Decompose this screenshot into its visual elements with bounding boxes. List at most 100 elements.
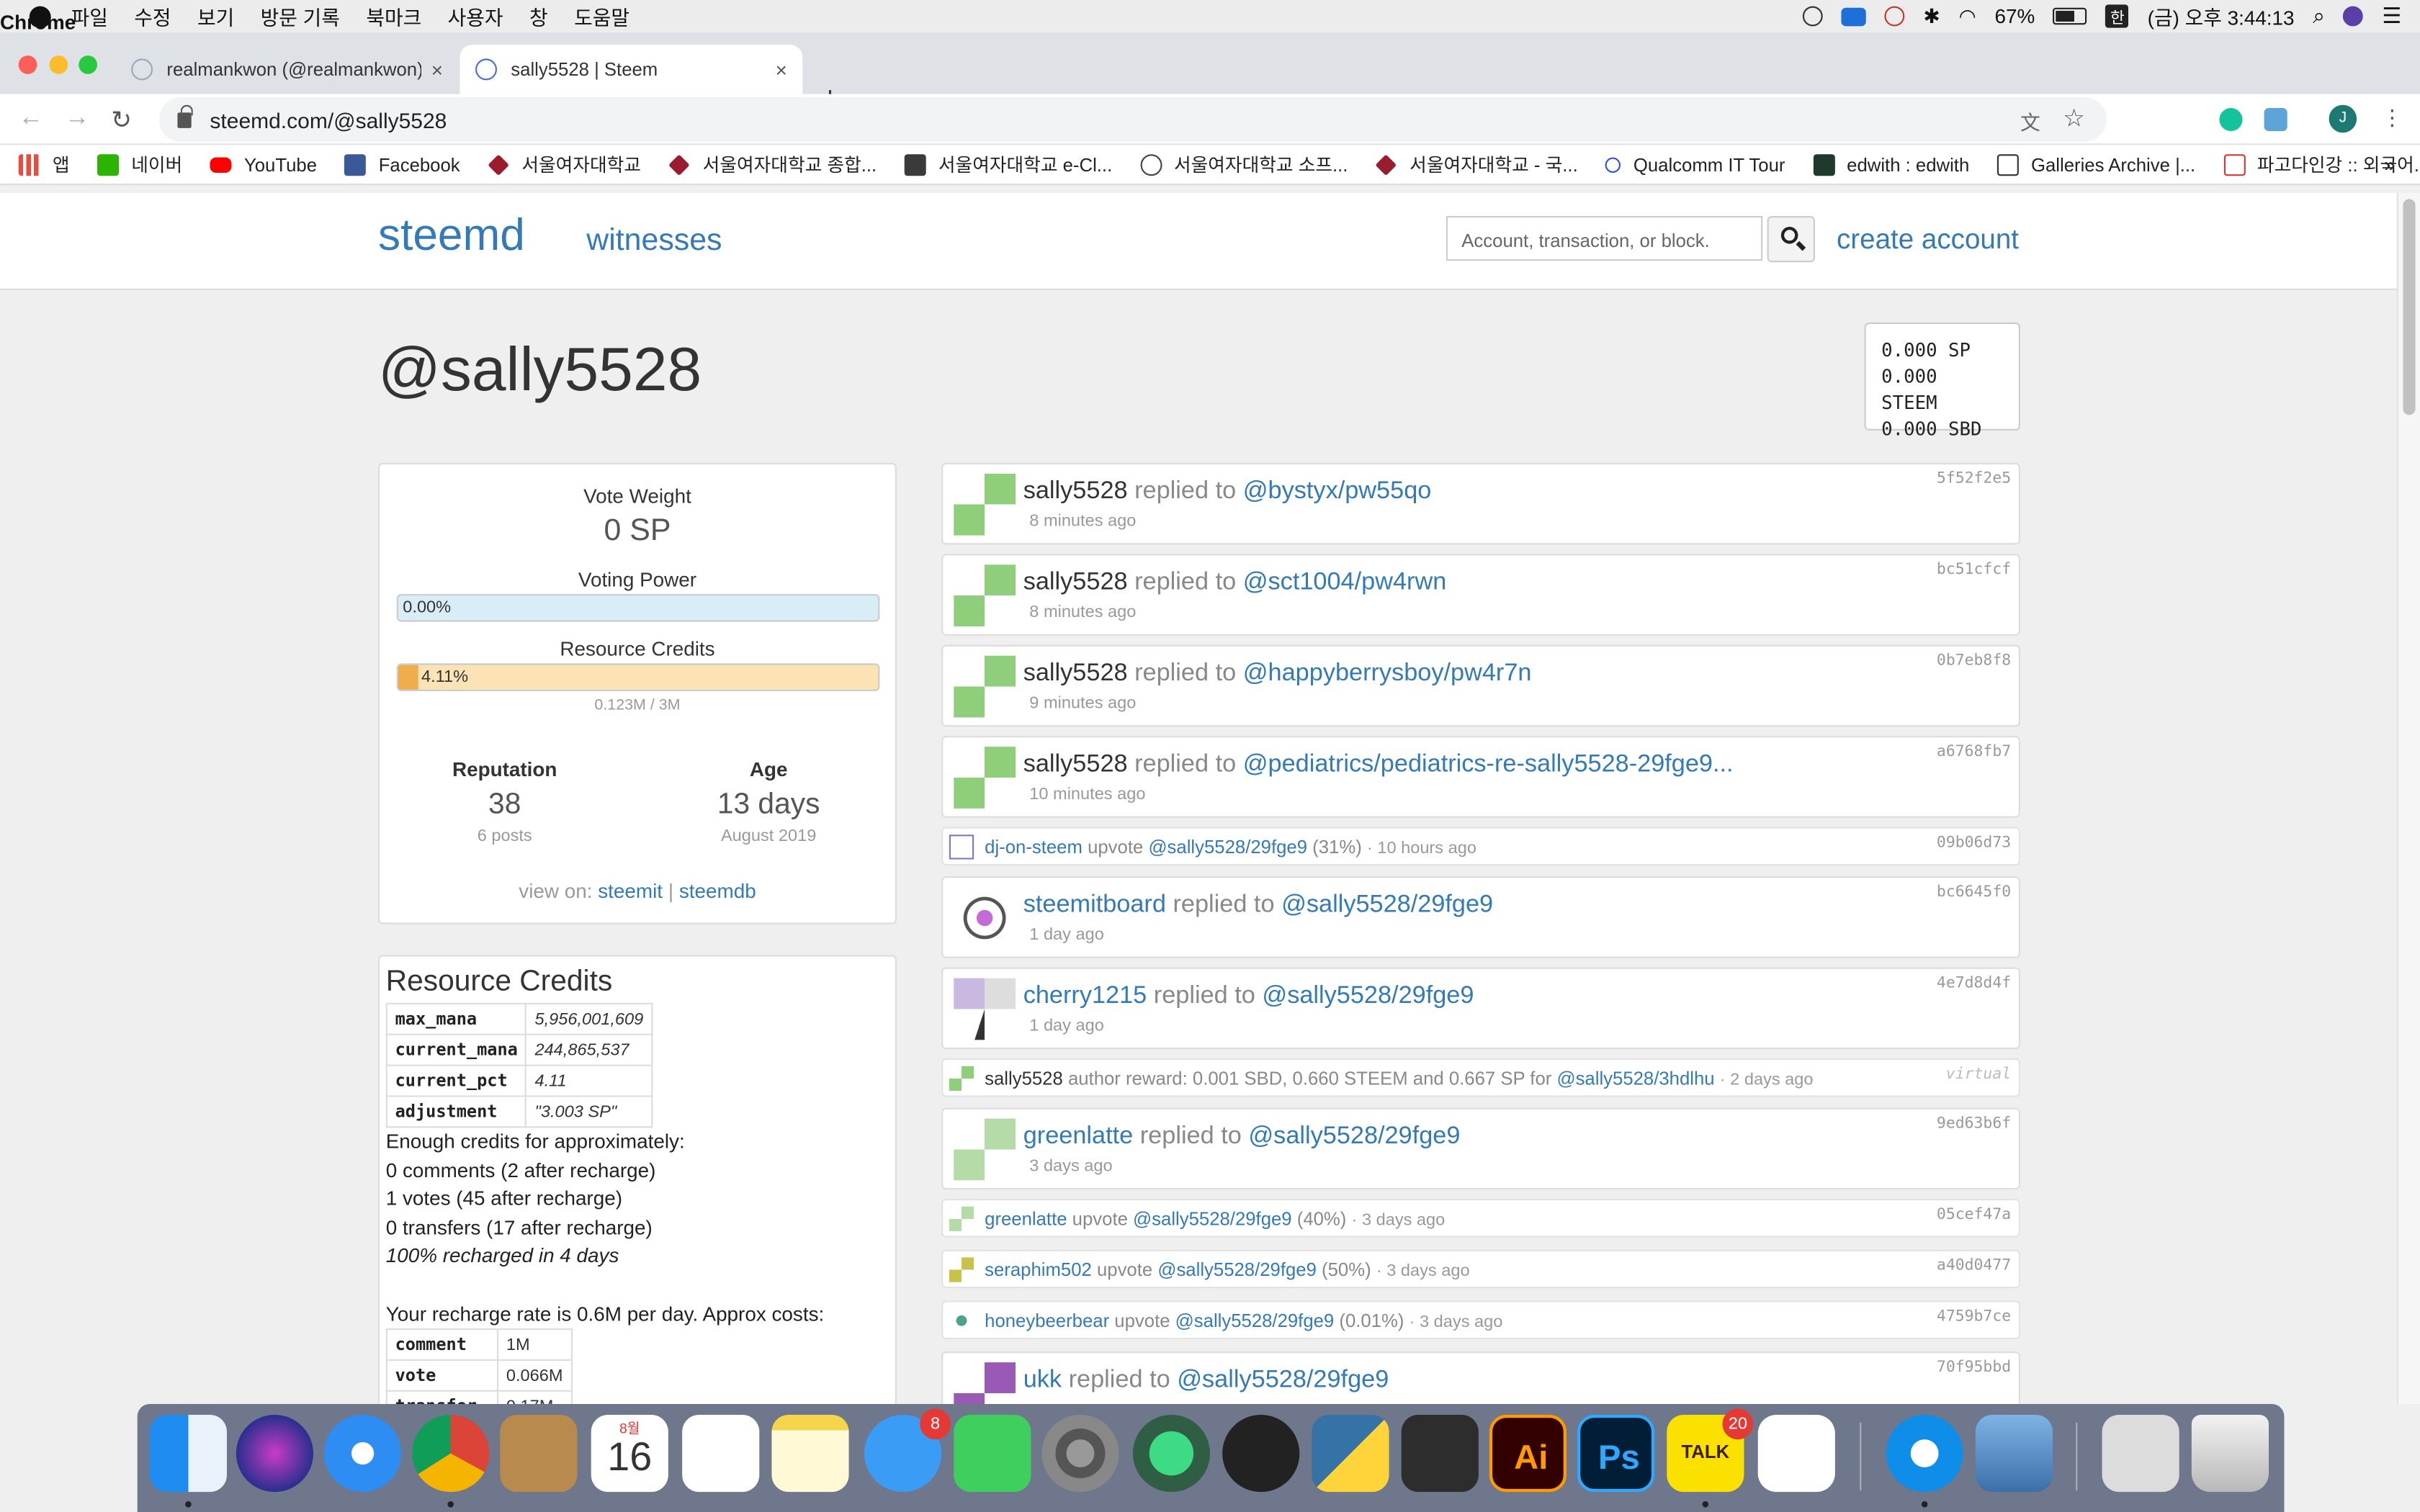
steemd-logo[interactable]: steemd [378, 212, 525, 263]
bookmark-galleries[interactable]: Galleries Archive |... [1996, 153, 2195, 176]
feed-target-link[interactable]: @happyberrysboy/pw4r7n [1243, 660, 1532, 686]
input-method-icon[interactable]: 한 [2105, 4, 2129, 28]
feed-user[interactable]: honeybeerbear [985, 1310, 1109, 1331]
menu-people[interactable]: 사용자 [448, 1, 503, 31]
illustrator-icon[interactable]: Ai [1489, 1414, 1567, 1493]
steemdb-link[interactable]: steemdb [679, 879, 756, 902]
notification-status-icon[interactable] [1884, 6, 1905, 27]
feed-user[interactable]: ukk [1023, 1367, 1062, 1393]
python-icon[interactable] [1312, 1414, 1389, 1493]
tx-hash-link[interactable]: bc6645f0 [1937, 884, 2011, 901]
feed-target-link[interactable]: @sally5528/29fge9 [1262, 983, 1474, 1009]
feed-user[interactable]: cherry1215 [1023, 983, 1147, 1009]
feed-target-link[interactable]: @sally5528/29fge9 [1175, 1310, 1335, 1331]
witnesses-link[interactable]: witnesses [586, 224, 722, 259]
tx-hash-link[interactable]: bc51cfcf [1937, 562, 2011, 579]
bookmark-naver[interactable]: 네이버 [97, 151, 182, 177]
tx-hash-link[interactable]: a6768fb7 [1937, 744, 2011, 761]
downloads-stack-icon[interactable] [2102, 1414, 2179, 1493]
siri-icon[interactable] [236, 1414, 313, 1493]
feed-target-link[interactable]: @sally5528/29fge9 [1248, 1123, 1460, 1149]
evernote-icon[interactable] [1757, 1414, 1835, 1493]
facetime-icon[interactable] [954, 1414, 1031, 1493]
reminders-icon[interactable] [682, 1414, 760, 1493]
notes-icon[interactable] [771, 1414, 849, 1493]
feed-target-link[interactable]: @sally5528/29fge9 [1133, 1208, 1292, 1230]
bookmark-star-icon[interactable]: ☆ [2063, 104, 2085, 135]
battery-icon[interactable] [2053, 7, 2088, 25]
feed-user[interactable]: sally5528 [1023, 570, 1128, 595]
close-icon[interactable]: × [431, 58, 443, 81]
creative-cloud-icon[interactable] [1803, 6, 1824, 27]
bookmark-swu-portal[interactable]: 서울여자대학교 종합... [668, 151, 877, 177]
reload-icon[interactable]: ↻ [111, 105, 132, 136]
bookmark-youtube[interactable]: YouTube [210, 153, 317, 175]
page-scrollbar[interactable] [2396, 192, 2420, 1404]
teamviewer-icon[interactable] [1886, 1414, 1963, 1493]
tx-hash-link[interactable]: 70f95bbd [1937, 1359, 2011, 1377]
bookmark-swu-intl[interactable]: 서울여자대학교 - 국... [1376, 151, 1578, 177]
address-bar[interactable]: steemd.com/@sally5528 文 ☆ [158, 97, 2107, 143]
tx-hash-link[interactable]: 5f52f2e5 [1937, 471, 2011, 488]
menu-edit[interactable]: 수정 [134, 1, 171, 31]
chrome-menu-icon[interactable]: ⋮ [2381, 105, 2403, 131]
feed-user[interactable]: greenlatte [1023, 1123, 1134, 1149]
lock-icon[interactable] [177, 104, 192, 127]
tx-hash-link[interactable]: 4e7d8d4f [1937, 975, 2011, 992]
grammarly-extension-icon[interactable] [2219, 108, 2243, 132]
blender-icon[interactable] [1222, 1414, 1300, 1493]
forward-icon[interactable]: → [65, 105, 89, 133]
feed-target-link[interactable]: @sally5528/29fge9 [1157, 1259, 1317, 1281]
clock[interactable]: (금) 오후 3:44:13 [2148, 1, 2295, 31]
back-icon[interactable]: ← [19, 105, 43, 133]
menu-bookmarks[interactable]: 북마크 [366, 1, 421, 31]
bookmark-swu-software[interactable]: 서울여자대학교 소프... [1139, 151, 1348, 177]
bookmark-swu[interactable]: 서울여자대학교 [488, 151, 641, 177]
feed-target-link[interactable]: @bystyx/pw55qo [1243, 478, 1432, 504]
tab-sally5528[interactable]: sally5528 | Steem × [460, 45, 803, 94]
close-window-button[interactable] [18, 55, 37, 74]
feed-user[interactable]: sally5528 [985, 1068, 1063, 1089]
steemit-link[interactable]: steemit [598, 879, 663, 902]
siri-icon[interactable] [2343, 6, 2364, 27]
tx-hash-link[interactable]: 4759b7ce [1937, 1308, 2011, 1326]
bookmark-apps[interactable]: 앱 [18, 151, 70, 177]
finder-icon[interactable] [149, 1414, 227, 1493]
tx-hash-link[interactable]: 9ed63b6f [1937, 1115, 2011, 1133]
feed-user[interactable]: steemitboard [1023, 892, 1166, 918]
translate-icon[interactable]: 文 [2020, 107, 2040, 136]
preview-icon[interactable] [1975, 1414, 2053, 1493]
photoshop-icon[interactable]: Ps [1577, 1414, 1655, 1493]
tx-hash-link[interactable]: 0b7eb8f8 [1937, 652, 2011, 670]
feed-target-link[interactable]: @sct1004/pw4rwn [1243, 570, 1447, 595]
unity-icon[interactable] [1401, 1414, 1479, 1493]
bookmark-facebook[interactable]: Facebook [344, 153, 460, 176]
feed-user[interactable]: sally5528 [1023, 752, 1128, 778]
bookmark-qualcomm[interactable]: Qualcomm IT Tour [1605, 153, 1785, 175]
menu-window[interactable]: 창 [529, 1, 548, 31]
feed-target-link[interactable]: @sally5528/29fge9 [1177, 1367, 1389, 1393]
safari-icon[interactable] [324, 1414, 402, 1493]
close-icon[interactable]: × [776, 58, 787, 81]
menu-help[interactable]: 도움말 [574, 1, 629, 31]
search-button[interactable] [1767, 216, 1815, 263]
wifi-icon[interactable]: ◠ [1958, 4, 1976, 28]
feed-target-link[interactable]: @sally5528/29fge9 [1281, 892, 1493, 918]
feed-target-link[interactable]: @sally5528/3hdlhu [1556, 1068, 1714, 1089]
bluetooth-icon[interactable]: ✱ [1923, 4, 1940, 28]
android-studio-icon[interactable] [1132, 1414, 1210, 1493]
create-account-link[interactable]: create account [1837, 224, 2019, 256]
tab-realmankwon[interactable]: realmankwon (@realmankwon) × [116, 45, 459, 94]
feed-user[interactable]: greenlatte [985, 1208, 1067, 1230]
more-bookmarks-icon[interactable]: » [2384, 153, 2396, 176]
profile-avatar[interactable]: J [2329, 104, 2357, 133]
feed-target-link[interactable]: @sally5528/29fge9 [1148, 836, 1307, 858]
tx-hash-link[interactable]: 05cef47a [1937, 1207, 2011, 1224]
chrome-icon[interactable] [412, 1414, 490, 1493]
calendar-icon[interactable]: 8월 16 [591, 1414, 668, 1493]
teamviewer-status-icon[interactable] [1841, 6, 1867, 26]
messages-icon[interactable]: 8 [864, 1408, 951, 1493]
search-input[interactable]: Account, transaction, or block. [1446, 216, 1763, 261]
feed-user[interactable]: seraphim502 [985, 1259, 1092, 1281]
extension-icon[interactable] [2264, 108, 2287, 132]
